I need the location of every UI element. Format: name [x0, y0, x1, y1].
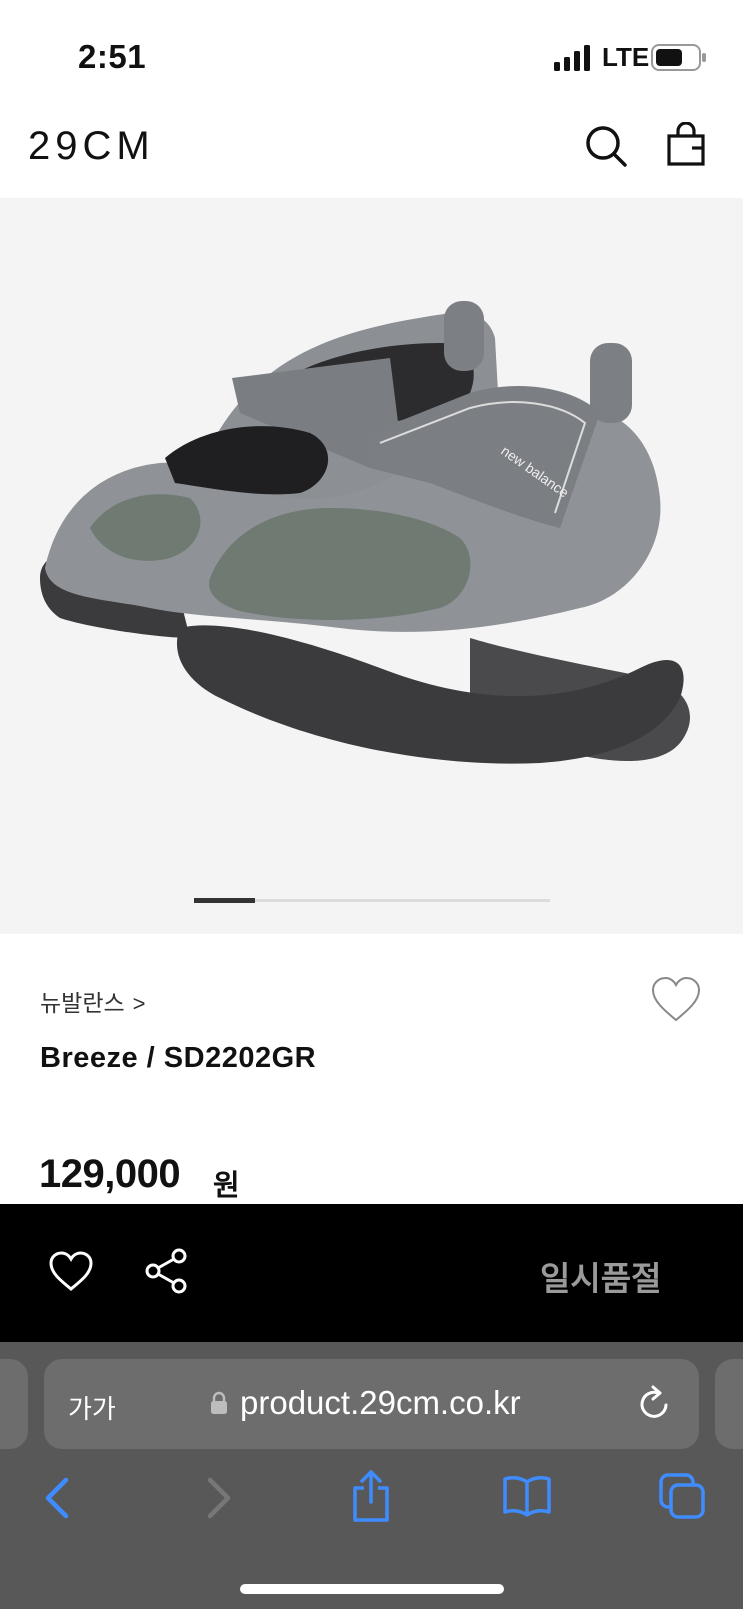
bookmarks-icon[interactable] — [502, 1474, 552, 1518]
chevron-right-icon: > — [132, 991, 146, 1016]
brand-link[interactable]: 뉴발란스 > — [40, 984, 146, 1018]
forward-icon[interactable] — [200, 1474, 236, 1522]
address-bar[interactable]: 가가 product.29cm.co.kr — [44, 1359, 699, 1449]
product-price: 129,000 — [39, 1152, 181, 1196]
text-size-button[interactable]: 가가 — [68, 1389, 116, 1426]
signal-icon — [554, 45, 590, 71]
url-text[interactable]: product.29cm.co.kr — [240, 1384, 521, 1422]
search-icon[interactable] — [584, 124, 628, 168]
soldout-button[interactable]: 일시품절 — [540, 1252, 661, 1300]
product-info: 뉴발란스 > Breeze / SD2202GR 129,000 원 — [0, 934, 743, 1204]
logo[interactable]: 29CM — [28, 124, 155, 169]
app-header: 29CM — [0, 100, 743, 198]
price-unit: 원 — [213, 1170, 240, 1202]
home-indicator[interactable] — [240, 1584, 504, 1594]
shoe-image: new balance — [40, 301, 690, 764]
carousel-indicator — [194, 898, 255, 903]
battery-icon — [651, 44, 706, 71]
lock-icon — [211, 1391, 227, 1414]
status-bar: 2:51 LTE — [0, 0, 743, 100]
brand-name: 뉴발란스 — [40, 990, 125, 1016]
shopping-bag-icon[interactable] — [666, 122, 706, 166]
product-title: Breeze / SD2202GR — [40, 1042, 317, 1074]
previous-tab[interactable] — [0, 1359, 28, 1449]
next-tab[interactable] — [715, 1359, 743, 1449]
wishlist-heart-icon[interactable] — [650, 976, 702, 1024]
back-icon[interactable] — [40, 1474, 76, 1522]
browser-toolbar: 가가 product.29cm.co.kr — [0, 1342, 743, 1609]
share-icon[interactable] — [144, 1248, 188, 1294]
tabs-icon[interactable] — [658, 1472, 706, 1520]
heart-icon[interactable] — [48, 1250, 94, 1292]
share-sheet-icon[interactable] — [350, 1468, 392, 1524]
status-time: 2:51 — [78, 38, 147, 75]
action-bar: 일시품절 — [0, 1204, 743, 1342]
reload-icon[interactable] — [638, 1385, 672, 1421]
network-label: LTE — [602, 42, 650, 72]
product-image[interactable]: new balance — [0, 198, 743, 934]
